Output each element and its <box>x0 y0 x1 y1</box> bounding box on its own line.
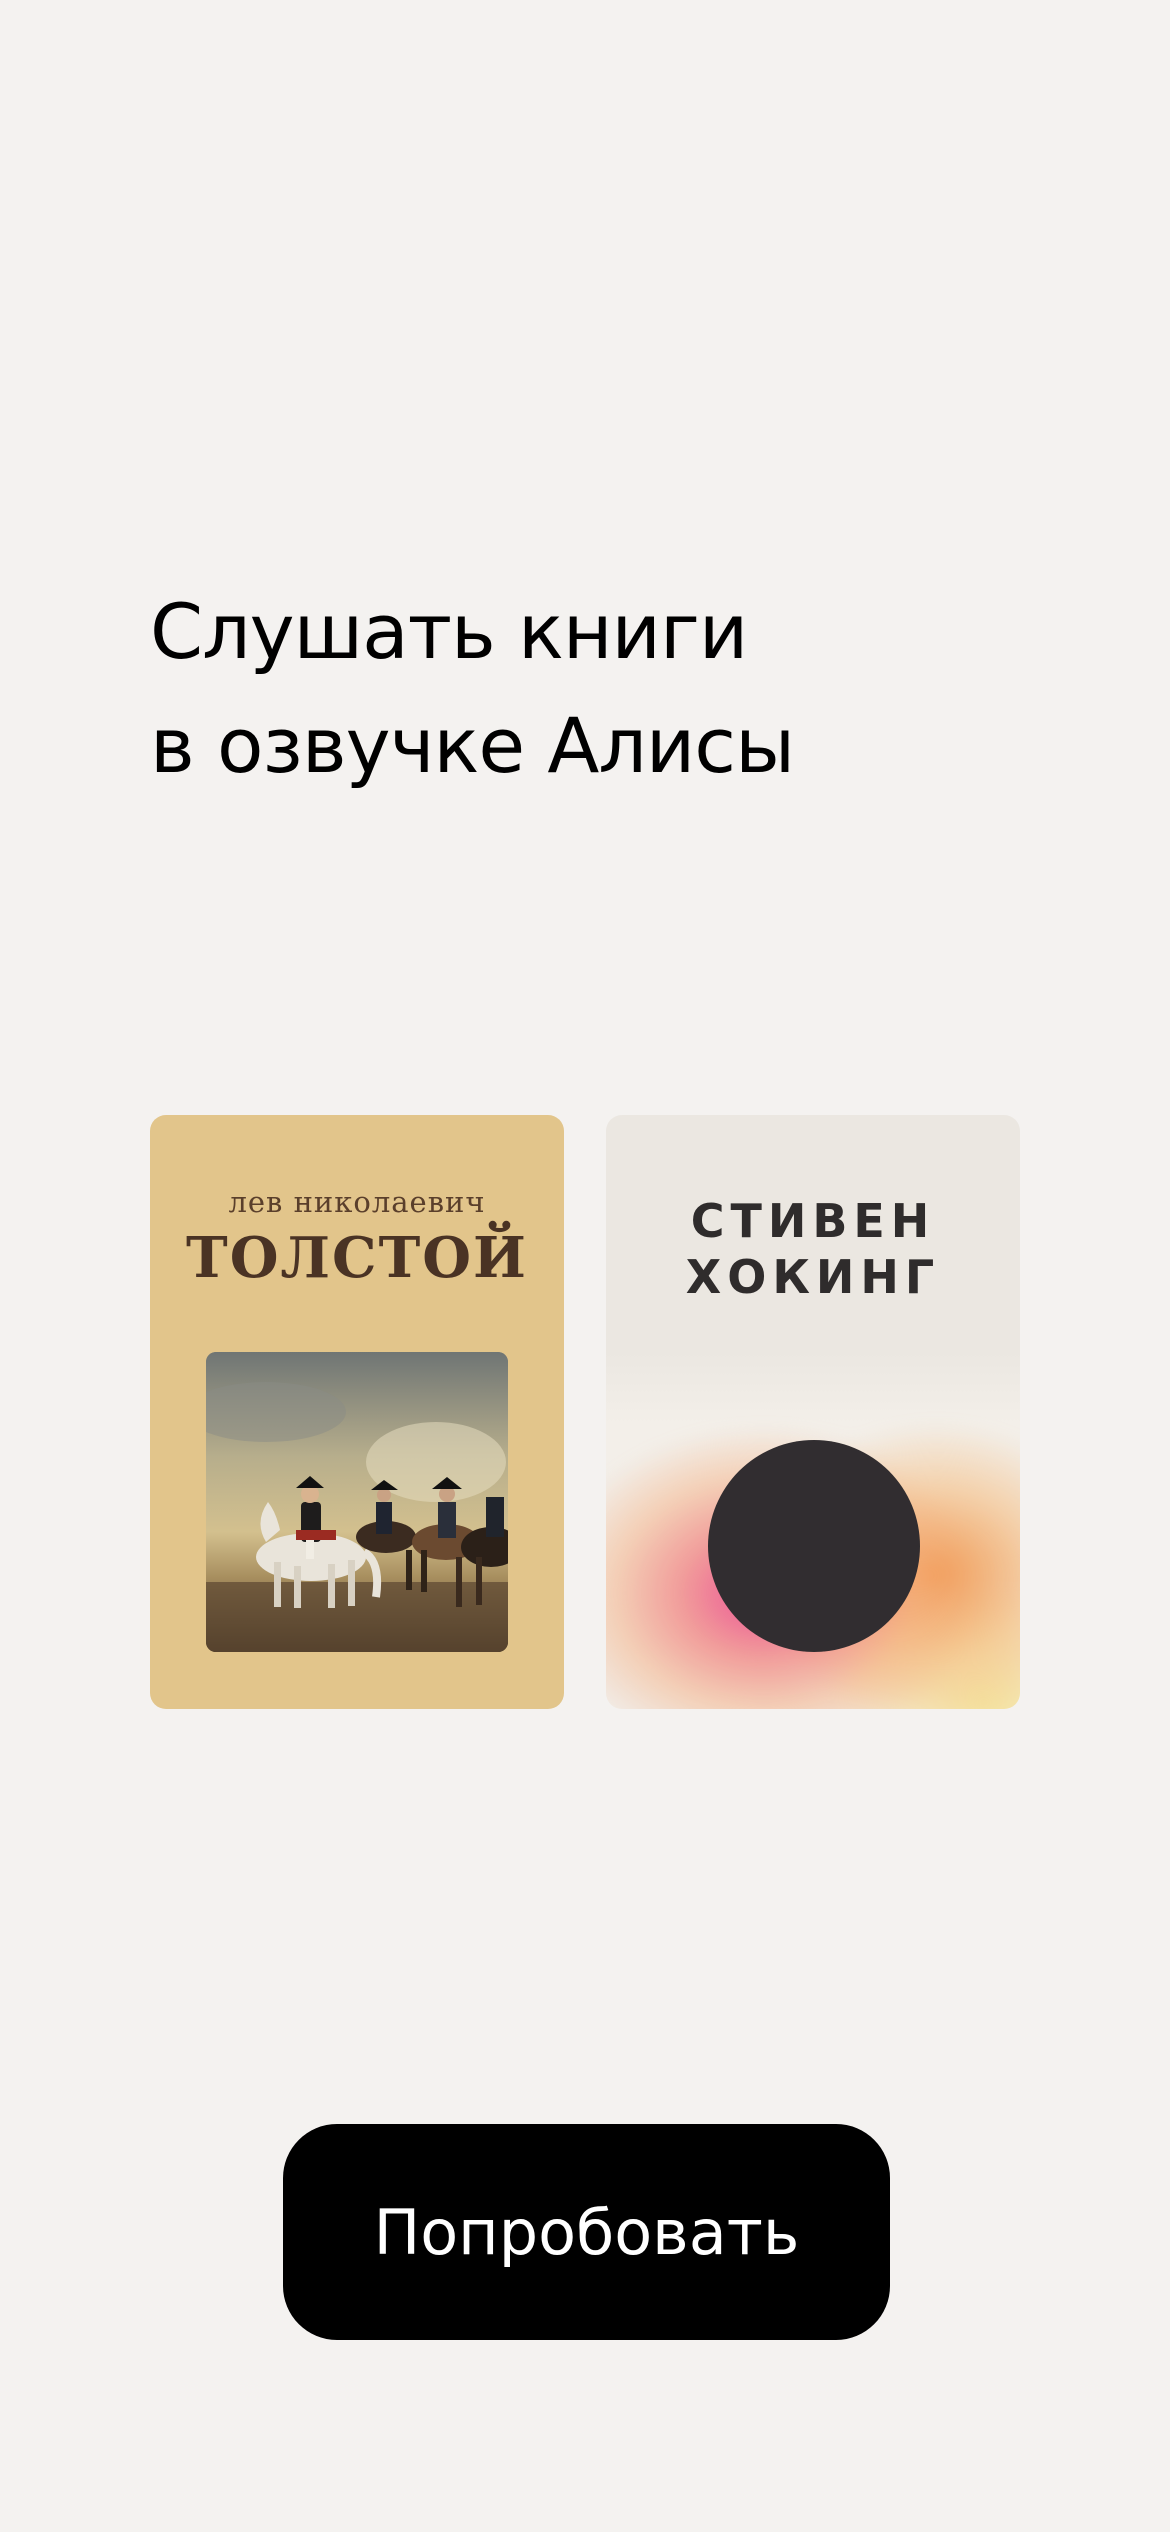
try-button[interactable]: Попробовать <box>283 2124 890 2340</box>
book-cover-tolstoy[interactable]: лев николаевич ТОЛСТОЙ <box>150 1115 564 1709</box>
book-author-last-name: ТОЛСТОЙ <box>186 1225 528 1291</box>
book-author-last-name: ХОКИНГ <box>685 1250 941 1304</box>
book-author-first-name: СТИВЕН <box>690 1194 936 1248</box>
page-title-line-1: Слушать книги <box>150 587 748 676</box>
book-cover-hawking[interactable]: СТИВЕН ХОКИНГ <box>606 1115 1020 1709</box>
page-title: Слушать книги в озвучке Алисы <box>150 575 795 803</box>
page-title-line-2: в озвучке Алисы <box>150 701 795 790</box>
cover-painting-image <box>206 1352 508 1652</box>
book-author-name: СТИВЕН ХОКИНГ <box>606 1193 1020 1305</box>
black-hole-circle <box>708 1440 920 1652</box>
book-author-first-name: лев николаевич <box>228 1185 486 1219</box>
